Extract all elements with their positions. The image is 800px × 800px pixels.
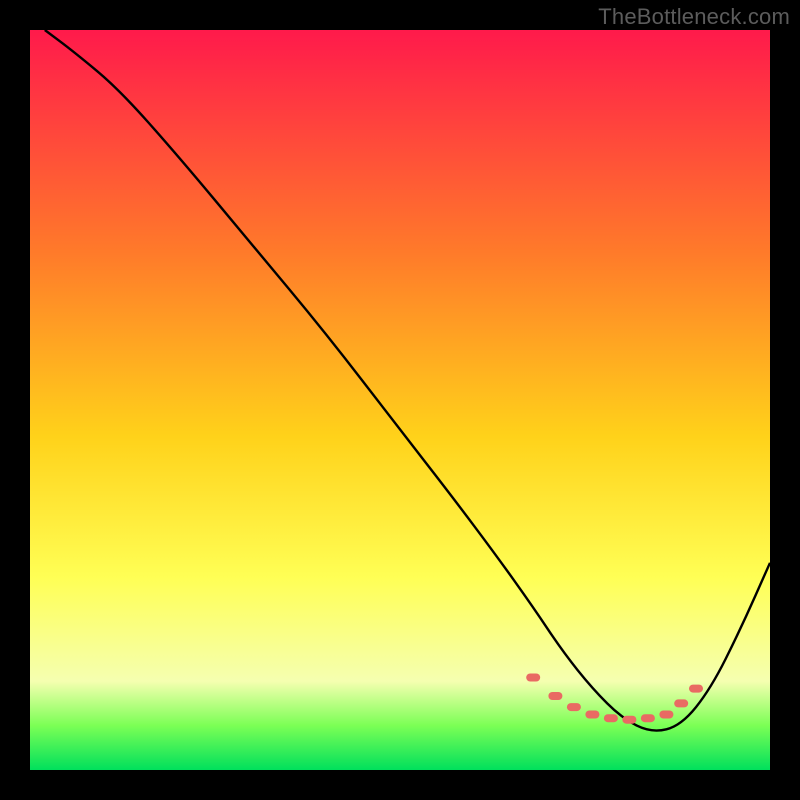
chart-svg <box>0 0 800 800</box>
optimal-dot <box>548 692 562 700</box>
optimal-dot <box>641 714 655 722</box>
optimal-dot <box>585 711 599 719</box>
optimal-dot <box>604 714 618 722</box>
optimal-dot <box>689 685 703 693</box>
optimal-dot <box>659 711 673 719</box>
optimal-dot <box>526 674 540 682</box>
optimal-dot <box>674 699 688 707</box>
optimal-dot <box>622 716 636 724</box>
watermark-text: TheBottleneck.com <box>598 4 790 30</box>
chart-root: { "watermark": "TheBottleneck.com", "col… <box>0 0 800 800</box>
optimal-dot <box>567 703 581 711</box>
plot-area <box>30 30 770 770</box>
